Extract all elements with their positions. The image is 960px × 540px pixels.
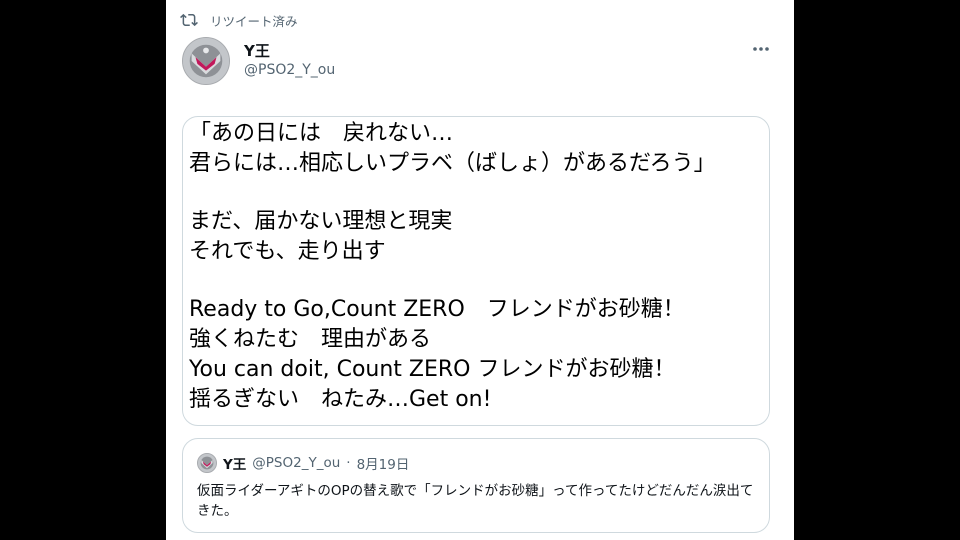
quoted-handle: @PSO2_Y_ou bbox=[252, 455, 341, 471]
lyrics-line: You can doit, Count ZERO フレンドがお砂糖！ bbox=[189, 357, 676, 382]
avatar-mask-icon bbox=[198, 454, 216, 472]
retweet-label: リツイート済み bbox=[210, 13, 298, 29]
user-handle[interactable]: @PSO2_Y_ou bbox=[244, 62, 335, 78]
lyrics-line: 揺るぎない ねたみ…Get on! bbox=[189, 387, 492, 412]
avatar[interactable] bbox=[182, 37, 230, 85]
lyrics-spacer bbox=[189, 267, 763, 295]
lyrics-line: 君らには…相応しいプラベ（ばしょ）があるだろう」 bbox=[189, 151, 716, 176]
retweet-indicator[interactable]: リツイート済み bbox=[180, 10, 298, 30]
lyrics-line: 「あの日には 戻れない… bbox=[189, 121, 454, 146]
lyrics-line: 強くねたむ 理由がある bbox=[189, 327, 432, 352]
lyrics-line: それでも、走り出す bbox=[189, 239, 386, 264]
attached-image[interactable]: 「あの日には 戻れない… 君らには…相応しいプラベ（ばしょ）があるだろう」 まだ… bbox=[182, 116, 770, 426]
more-options-icon bbox=[753, 47, 769, 51]
quoted-text: 仮面ライダーアギトのOPの替え歌で「フレンドがお砂糖」って作ってたけどだんだん涙… bbox=[197, 483, 754, 519]
lyrics-spacer bbox=[189, 179, 763, 207]
quoted-avatar bbox=[197, 453, 217, 473]
tweet-panel: リツイート済み Y王 @PSO2_Y_ou 「あの日には 戻れない… 君らには…… bbox=[166, 0, 794, 540]
quoted-display-name: Y王 bbox=[223, 457, 247, 473]
more-options-button[interactable] bbox=[750, 38, 772, 60]
quoted-tweet[interactable]: Y王 @PSO2_Y_ou · 8月19日 仮面ライダーアギトのOPの替え歌で「… bbox=[182, 438, 770, 533]
lyrics-line: まだ、届かない理想と現実 bbox=[189, 209, 453, 234]
avatar-mask-icon bbox=[183, 38, 229, 84]
retweet-icon bbox=[180, 13, 198, 27]
quoted-date[interactable]: 8月19日 bbox=[357, 453, 410, 473]
quoted-separator: · bbox=[346, 455, 351, 471]
quoted-tweet-header: Y王 @PSO2_Y_ou · 8月19日 bbox=[197, 453, 409, 473]
lyrics-text: 「あの日には 戻れない… 君らには…相応しいプラベ（ばしょ）があるだろう」 まだ… bbox=[189, 119, 763, 415]
lyrics-line: Ready to Go,Count ZERO フレンドがお砂糖！ bbox=[189, 297, 685, 322]
display-name[interactable]: Y王 bbox=[244, 40, 270, 61]
